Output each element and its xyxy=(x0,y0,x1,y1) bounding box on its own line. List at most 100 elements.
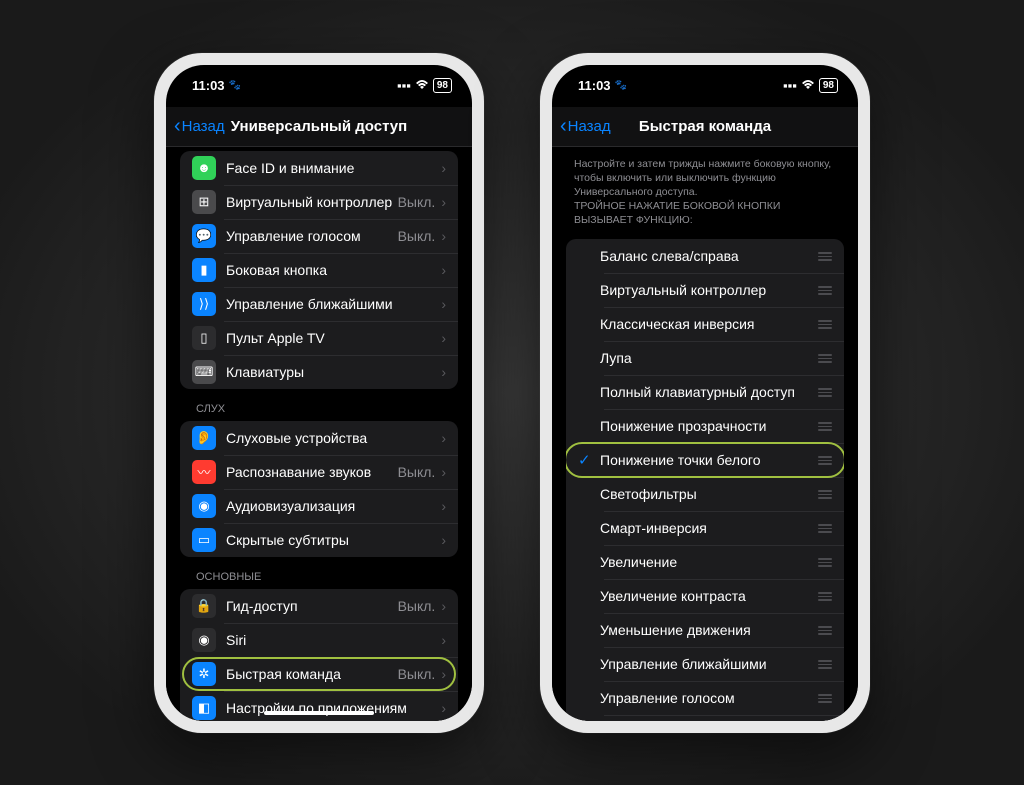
shortcut-row[interactable]: Фоновые звуки xyxy=(566,715,844,720)
settings-row[interactable]: ⟩⟩ Управление ближайшими› xyxy=(180,287,458,321)
row-label: Гид-доступ xyxy=(226,598,398,614)
settings-row[interactable]: ☻Face ID и внимание› xyxy=(180,151,458,185)
shortcut-row[interactable]: Баланс слева/справа xyxy=(566,239,844,273)
shortcut-label: Баланс слева/справа xyxy=(600,248,814,264)
row-label: Распознавание звуков xyxy=(226,464,398,480)
settings-row[interactable]: ◉Siri› xyxy=(180,623,458,657)
nav-header: ‹ Назад Быстрая команда xyxy=(552,107,858,147)
row-icon: 💬 xyxy=(192,224,216,248)
drag-handle-icon[interactable] xyxy=(814,660,832,669)
drag-handle-icon[interactable] xyxy=(814,626,832,635)
shortcut-row[interactable]: Увеличение xyxy=(566,545,844,579)
shortcut-label: Управление ближайшими xyxy=(600,656,814,672)
nav-header: ‹ Назад Универсальный доступ xyxy=(166,107,472,147)
cell-icon: ▪▪▪ xyxy=(397,78,411,93)
drag-handle-icon[interactable] xyxy=(814,694,832,703)
shortcut-row[interactable]: Полный клавиатурный доступ xyxy=(566,375,844,409)
row-label: Боковая кнопка xyxy=(226,262,441,278)
settings-group: 🔒Гид-доступВыкл.›◉Siri›✲Быстрая командаВ… xyxy=(180,589,458,721)
shortcut-row[interactable]: Светофильтры xyxy=(566,477,844,511)
back-button[interactable]: ‹ Назад xyxy=(174,115,225,138)
row-label: Управление ближайшими xyxy=(226,296,441,312)
back-label: Назад xyxy=(568,118,611,135)
shortcut-row[interactable]: Управление голосом xyxy=(566,681,844,715)
settings-row[interactable]: 〰Распознавание звуковВыкл.› xyxy=(180,455,458,489)
row-icon: ◉ xyxy=(192,628,216,652)
section-header: ОСНОВНЫЕ xyxy=(166,557,472,589)
home-indicator[interactable] xyxy=(264,711,374,715)
row-icon: ✲ xyxy=(192,662,216,686)
shortcut-label: Классическая инверсия xyxy=(600,316,814,332)
settings-row[interactable]: ◧Настройки по приложениям› xyxy=(180,691,458,721)
settings-row[interactable]: ✲Быстрая командаВыкл.› xyxy=(180,657,458,691)
drag-handle-icon[interactable] xyxy=(814,388,832,397)
wifi-icon xyxy=(415,78,429,93)
settings-row[interactable]: ⊞Виртуальный контроллерВыкл.› xyxy=(180,185,458,219)
shortcut-row[interactable]: ✓Понижение точки белого xyxy=(566,443,844,477)
chevron-right-icon: › xyxy=(441,598,446,614)
settings-content[interactable]: ☻Face ID и внимание›⊞Виртуальный контрол… xyxy=(166,147,472,721)
chevron-left-icon: ‹ xyxy=(174,115,181,138)
chevron-right-icon: › xyxy=(441,296,446,312)
drag-handle-icon[interactable] xyxy=(814,422,832,431)
shortcut-row[interactable]: Управление ближайшими xyxy=(566,647,844,681)
drag-handle-icon[interactable] xyxy=(814,320,832,329)
section-header: СЛУХ xyxy=(166,389,472,421)
settings-row[interactable]: ▯Пульт Apple TV› xyxy=(180,321,458,355)
shortcut-label: Лупа xyxy=(600,350,814,366)
shortcut-label: Уменьшение движения xyxy=(600,622,814,638)
shortcut-row[interactable]: Классическая инверсия xyxy=(566,307,844,341)
chevron-right-icon: › xyxy=(441,228,446,244)
shortcut-row[interactable]: Понижение прозрачности xyxy=(566,409,844,443)
shortcut-row[interactable]: Увеличение контраста xyxy=(566,579,844,613)
screen-right: 11:03 🐾 ▪▪▪ 98 ‹ Назад Быстрая команда Н… xyxy=(552,65,858,721)
row-icon: ◉ xyxy=(192,494,216,518)
section-description: Настройте и затем трижды нажмите боковую… xyxy=(552,147,858,236)
wifi-icon xyxy=(801,78,815,93)
paw-icon: 🐾 xyxy=(229,80,241,91)
settings-row[interactable]: ▭Скрытые субтитры› xyxy=(180,523,458,557)
shortcut-label: Светофильтры xyxy=(600,486,814,502)
row-value: Выкл. xyxy=(398,194,436,210)
shortcut-label: Управление голосом xyxy=(600,690,814,706)
back-label: Назад xyxy=(182,118,225,135)
settings-row[interactable]: 🔒Гид-доступВыкл.› xyxy=(180,589,458,623)
shortcut-row[interactable]: Виртуальный контроллер xyxy=(566,273,844,307)
settings-group: ☻Face ID и внимание›⊞Виртуальный контрол… xyxy=(180,151,458,389)
settings-row[interactable]: ◉Аудиовизуализация› xyxy=(180,489,458,523)
drag-handle-icon[interactable] xyxy=(814,558,832,567)
paw-icon: 🐾 xyxy=(615,80,627,91)
shortcut-label: Увеличение xyxy=(600,554,814,570)
shortcut-row[interactable]: Уменьшение движения xyxy=(566,613,844,647)
back-button[interactable]: ‹ Назад xyxy=(560,115,611,138)
drag-handle-icon[interactable] xyxy=(814,354,832,363)
row-icon: ⌨ xyxy=(192,360,216,384)
settings-row[interactable]: 💬Управление голосомВыкл.› xyxy=(180,219,458,253)
settings-row[interactable]: ▮Боковая кнопка› xyxy=(180,253,458,287)
settings-row[interactable]: ⌨Клавиатуры› xyxy=(180,355,458,389)
battery: 98 xyxy=(819,78,838,93)
shortcut-label: Смарт-инверсия xyxy=(600,520,814,536)
shortcuts-content[interactable]: Настройте и затем трижды нажмите боковую… xyxy=(552,147,858,721)
drag-handle-icon[interactable] xyxy=(814,252,832,261)
row-icon: ⟩⟩ xyxy=(192,292,216,316)
row-icon: ◧ xyxy=(192,696,216,720)
drag-handle-icon[interactable] xyxy=(814,490,832,499)
shortcut-row[interactable]: Смарт-инверсия xyxy=(566,511,844,545)
battery: 98 xyxy=(433,78,452,93)
drag-handle-icon[interactable] xyxy=(814,456,832,465)
drag-handle-icon[interactable] xyxy=(814,524,832,533)
drag-handle-icon[interactable] xyxy=(814,286,832,295)
row-value: Выкл. xyxy=(398,666,436,682)
settings-row[interactable]: 👂Слуховые устройства› xyxy=(180,421,458,455)
shortcut-row[interactable]: Лупа xyxy=(566,341,844,375)
chevron-right-icon: › xyxy=(441,666,446,682)
drag-handle-icon[interactable] xyxy=(814,592,832,601)
status-time: 11:03 xyxy=(578,78,611,93)
screen-left: 11:03 🐾 ▪▪▪ 98 ‹ Назад Универсальный дос… xyxy=(166,65,472,721)
chevron-right-icon: › xyxy=(441,194,446,210)
row-icon: ⊞ xyxy=(192,190,216,214)
row-label: Слуховые устройства xyxy=(226,430,441,446)
chevron-right-icon: › xyxy=(441,330,446,346)
row-label: Face ID и внимание xyxy=(226,160,441,176)
